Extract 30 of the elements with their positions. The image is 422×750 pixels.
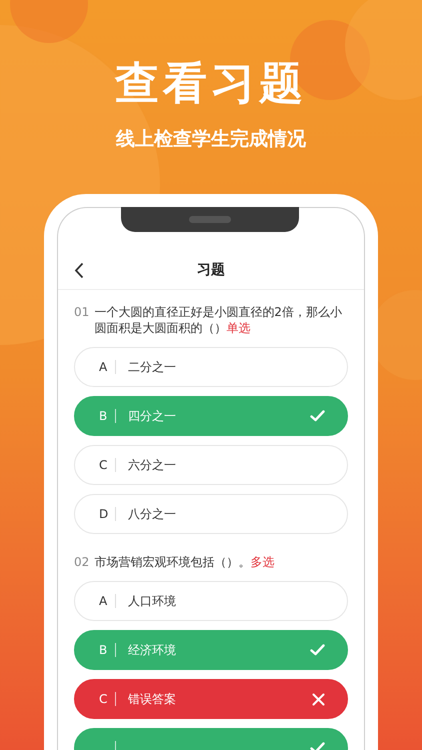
- checkmark-icon: [310, 644, 325, 656]
- option-letter: C: [99, 691, 108, 708]
- option-letter: B: [99, 642, 108, 659]
- answer-option[interactable]: A 人口环境: [74, 581, 348, 621]
- screen-title: 习题: [197, 261, 225, 280]
- answer-option[interactable]: A 二分之一: [74, 347, 348, 387]
- checkmark-icon: [310, 410, 325, 422]
- answer-option[interactable]: C 六分之一: [74, 445, 348, 485]
- cross-icon: [312, 692, 325, 706]
- question-text: 市场营销宏观环境包括（）。多选: [94, 554, 274, 570]
- option-letter: B: [99, 408, 108, 425]
- option-text: 人口环境: [128, 593, 177, 610]
- option-letter: A: [99, 359, 108, 376]
- option-text: 经济环境: [128, 642, 177, 659]
- option-text: 八分之一: [128, 506, 177, 523]
- option-letter: D: [99, 506, 110, 523]
- headline: 查看习题: [115, 57, 307, 111]
- option-letter: C: [99, 457, 108, 474]
- question-number: 01: [74, 304, 90, 321]
- subtitle: 线上检查学生完成情况: [116, 127, 306, 152]
- back-icon[interactable]: [74, 262, 84, 279]
- option-text: 四分之一: [128, 408, 177, 425]
- option-letter: A: [99, 593, 108, 610]
- option-text: 二分之一: [128, 359, 177, 376]
- answer-option[interactable]: C 错误答案: [74, 679, 348, 719]
- question-number: 02: [74, 554, 90, 570]
- option-text: 六分之一: [128, 457, 177, 474]
- question-text: 一个大圆的直径正好是小圆直径的2倍，那么小圆面积是大圆面积的（）单选: [94, 304, 343, 336]
- option-text: 错误答案: [128, 691, 177, 708]
- answer-option[interactable]: D 八分之一: [74, 494, 348, 534]
